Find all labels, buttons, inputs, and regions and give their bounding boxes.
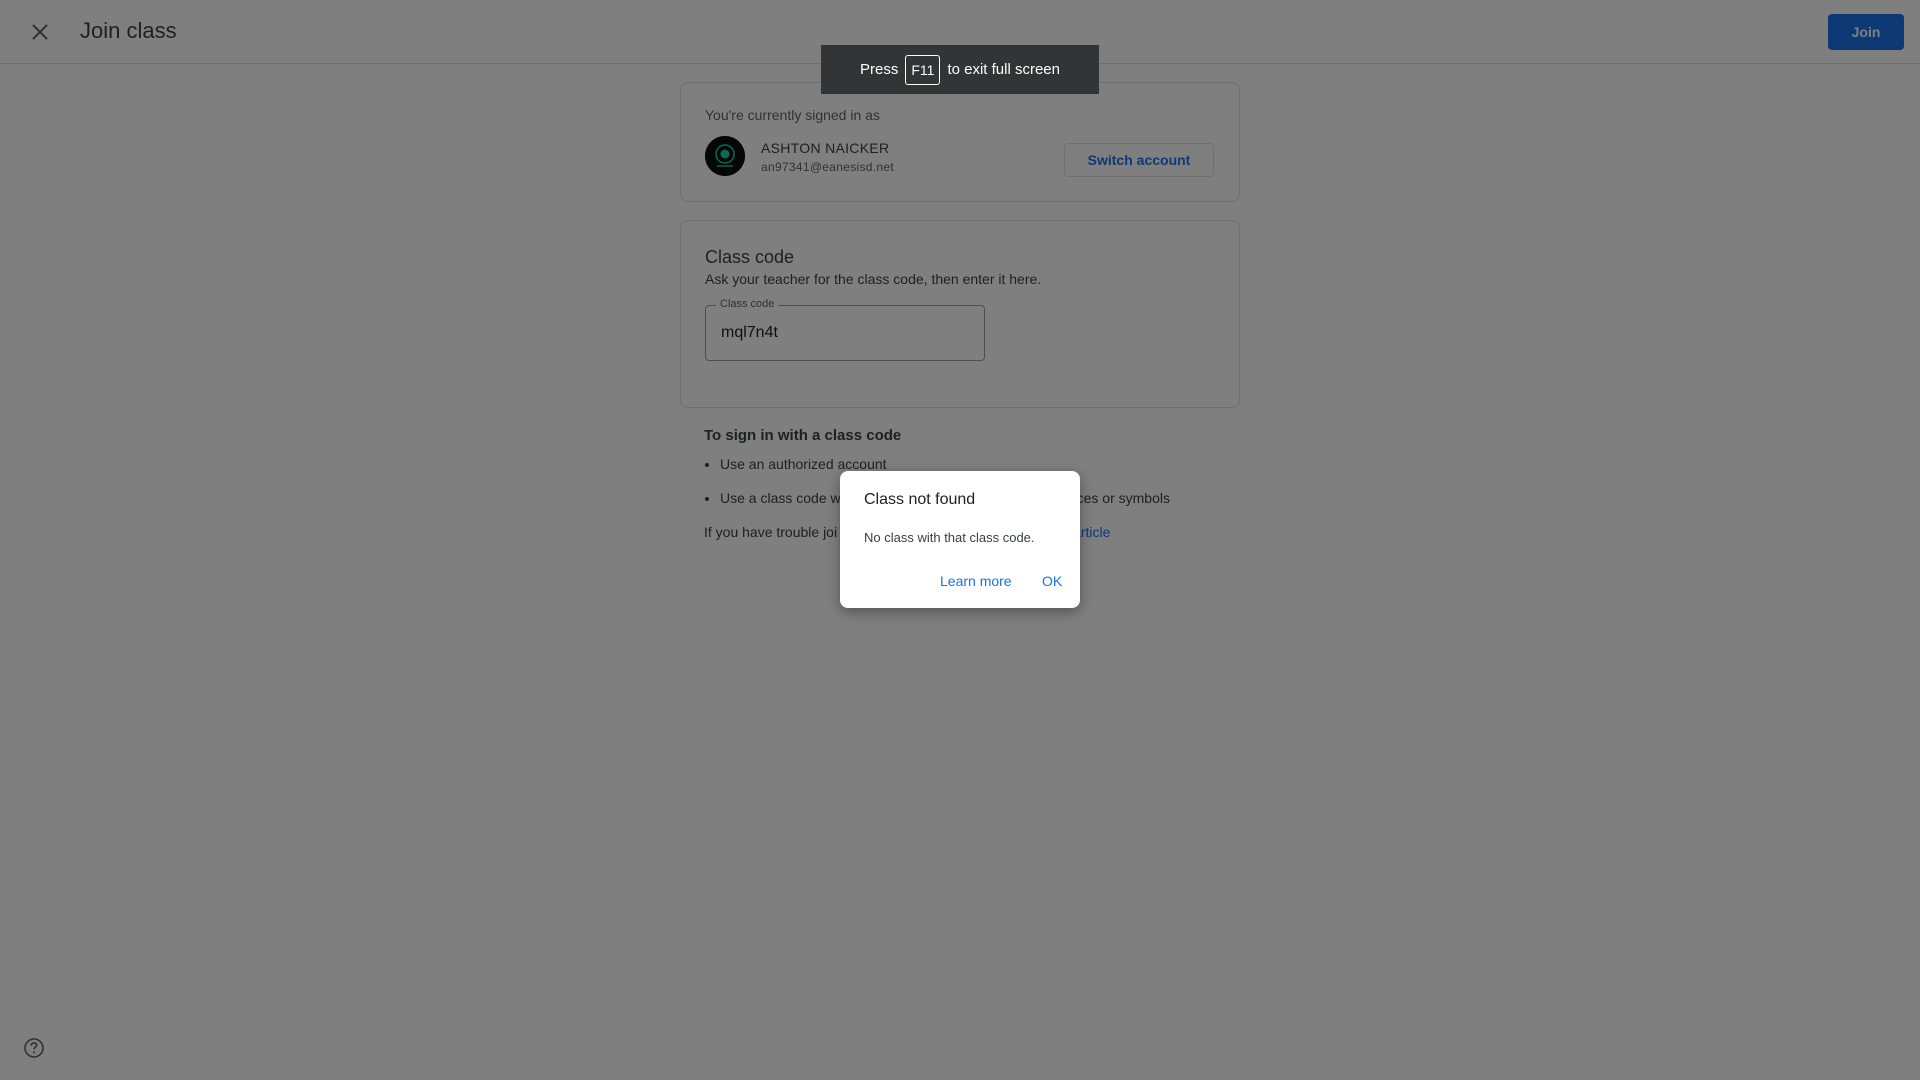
learn-more-button[interactable]: Learn more bbox=[940, 573, 1012, 589]
fullscreen-toast-suffix: to exit full screen bbox=[947, 61, 1060, 78]
ok-button[interactable]: OK bbox=[1042, 573, 1062, 589]
join-class-page: Join class Join You're currently signed … bbox=[0, 0, 1920, 1080]
dialog-title: Class not found bbox=[864, 491, 976, 508]
class-not-found-dialog: Class not found No class with that class… bbox=[840, 471, 1080, 608]
dialog-message: No class with that class code. bbox=[864, 530, 1035, 545]
fullscreen-toast-prefix: Press bbox=[860, 61, 899, 78]
fullscreen-toast: Press F11 to exit full screen bbox=[821, 45, 1099, 94]
f11-key: F11 bbox=[905, 54, 941, 85]
